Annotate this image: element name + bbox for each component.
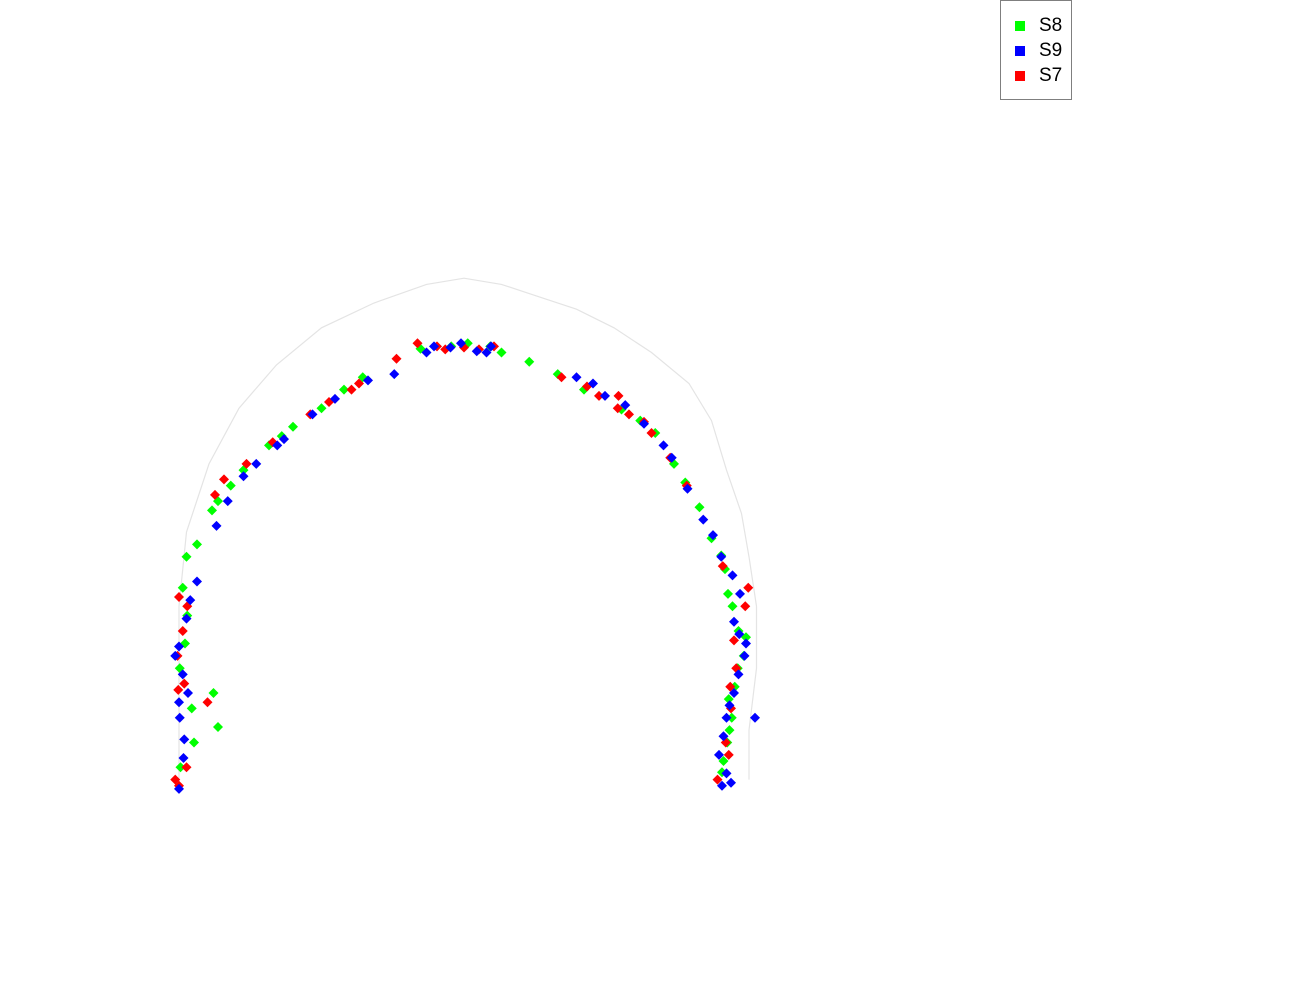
data-point [251,458,262,469]
data-point [207,505,217,516]
data-point [743,582,754,593]
data-point [208,687,219,698]
data-point [213,722,223,733]
data-point [391,353,402,364]
data-point [186,703,197,714]
data-point [225,480,236,491]
data-point [624,409,634,420]
data-point [658,440,669,451]
data-point [288,421,298,432]
series-s7 [170,338,754,791]
data-point [174,712,185,723]
legend-label-s9: S9 [1039,39,1063,61]
legend-label-s8: S8 [1039,14,1063,36]
data-point [740,601,751,612]
data-point [183,687,193,698]
data-point [178,752,189,763]
data-point [316,403,327,414]
data-point [721,712,732,723]
data-point [727,570,738,581]
data-point [524,356,535,367]
data-point [192,576,202,587]
series-s8 [174,338,751,778]
data-point [219,474,229,485]
series-s9 [170,338,760,794]
data-point [735,588,745,599]
legend-item-s9: S9 [1015,38,1062,63]
data-point [741,638,751,649]
data-point [726,777,736,788]
data-point [727,601,738,612]
data-point [177,582,188,593]
data-point [192,539,202,550]
data-point [600,390,610,401]
legend-item-s8: S8 [1015,13,1062,38]
data-point [202,697,213,708]
scatter-plot [170,277,760,794]
legend-swatch-s7 [1015,70,1025,81]
data-point [496,347,507,358]
legend: S8 S9 S7 [1000,0,1072,100]
data-point [173,684,184,695]
data-point [179,734,190,745]
data-point [174,592,184,603]
data-point [716,551,727,562]
legend-swatch-s8 [1015,20,1025,31]
data-point [181,551,192,562]
points-layer [170,338,760,794]
trajectory-layer [178,277,758,780]
data-point [189,737,199,748]
data-point [346,384,357,395]
data-point [179,678,190,689]
legend-swatch-s9 [1015,45,1025,56]
trajectory-line [178,277,758,780]
data-point [174,697,184,708]
data-point [698,514,709,525]
data-point [723,588,733,599]
data-point [181,762,192,773]
data-point [222,496,233,507]
data-point [739,650,750,661]
data-point [694,502,705,513]
data-point [729,616,739,627]
legend-item-s7: S7 [1015,63,1062,88]
data-point [238,471,249,482]
legend-label-s7: S7 [1039,64,1063,86]
data-point [724,725,735,736]
data-point [389,369,400,380]
data-point [613,390,624,401]
data-point [571,372,582,383]
data-point [211,520,222,531]
